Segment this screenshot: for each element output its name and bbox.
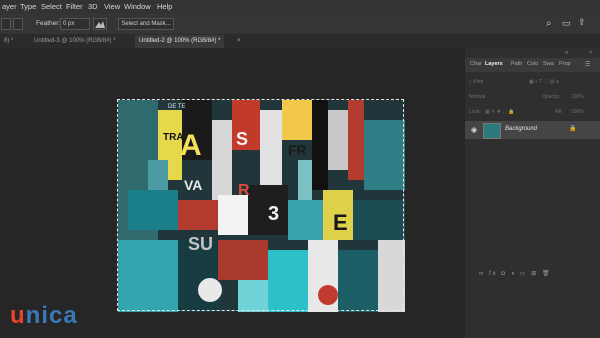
collage-text-10: SU	[188, 234, 213, 254]
collage-text-7: 3	[268, 203, 279, 225]
collage-text-8: E	[333, 210, 348, 235]
collapse-icon[interactable]: «	[565, 50, 568, 56]
menu-3d[interactable]: 3D	[88, 2, 98, 11]
menu-help[interactable]: Help	[157, 2, 172, 11]
tab-properties[interactable]: Prop	[559, 61, 571, 67]
visibility-eye-icon[interactable]: ◉	[471, 126, 477, 134]
logo-letter-u: u	[10, 302, 26, 329]
filter-kind-label[interactable]: Kind	[473, 79, 483, 85]
menu-type[interactable]: Type	[20, 2, 36, 11]
panel-menu-icon[interactable]: ☰	[585, 61, 590, 68]
delete-layer-icon[interactable]: 🗑	[542, 271, 552, 277]
tab-doc-1[interactable]: 8) *	[0, 35, 17, 48]
options-bar: Feather: 0 px Select and Mask... ⌕ ▭ ⇪	[0, 14, 600, 35]
filter-row: ⌕ Kind ▣ ◐ T ⬚ ▤ ●	[469, 79, 596, 85]
lock-label: Lock:	[469, 109, 481, 115]
new-group-icon[interactable]: ▭	[520, 271, 528, 277]
collage-text-5: FR	[288, 142, 307, 158]
menu-bar: ayer Type Select Filter 3D View Window H…	[0, 0, 600, 14]
feather-input[interactable]: 0 px	[60, 18, 90, 30]
tab-color[interactable]: Colo	[527, 61, 538, 67]
collage-text-1: DE TE	[168, 104, 186, 110]
menu-view[interactable]: View	[104, 2, 120, 11]
workspace-icon[interactable]: ▭	[562, 18, 571, 29]
opacity-label: Opacity:	[542, 94, 561, 100]
tab-layers[interactable]: Layers	[485, 61, 503, 67]
document-tabs: 8) * Untitled-3 @ 100% (RGB/8#) * Untitl…	[0, 35, 600, 48]
panel-tabs: Char Layers Path Colo Swa Prop ☰	[465, 58, 600, 72]
search-filter-icon[interactable]: ⌕	[469, 79, 472, 85]
canvas-area[interactable]: DE TE TRA A S FR VA 3 E R SU	[0, 48, 465, 338]
close-tab-icon[interactable]: ×	[237, 38, 241, 44]
tab-paths[interactable]: Path	[511, 61, 522, 67]
layer-lock-icon: 🔒	[569, 126, 577, 132]
collage-text-3: A	[180, 129, 202, 162]
layer-actions: ∞ fx ◘ ◑ ▭ ⊞ 🗑	[479, 270, 552, 277]
layers-panel: « × Char Layers Path Colo Swa Prop ☰ ⌕ K…	[465, 48, 600, 338]
tab-character[interactable]: Char	[470, 61, 482, 67]
new-layer-icon[interactable]: ⊞	[531, 271, 538, 277]
menu-window[interactable]: Window	[124, 2, 151, 11]
feather-label: Feather:	[36, 20, 61, 27]
share-icon[interactable]: ⇪	[578, 17, 586, 28]
lock-icons[interactable]: ▦ ✎ ✥ ⬚ 🔒	[485, 109, 515, 115]
tab-swatches[interactable]: Swa	[543, 61, 554, 67]
collage-text-6: VA	[184, 177, 202, 193]
menu-select[interactable]: Select	[41, 2, 62, 11]
adjustment-layer-icon[interactable]: ◑	[511, 271, 517, 277]
tab-untitled-3[interactable]: Untitled-3 @ 100% (RGB/8#) *	[30, 35, 119, 48]
anti-alias-icon[interactable]	[93, 18, 107, 30]
collage-text-4: S	[236, 129, 248, 149]
unica-logo: unica	[10, 302, 78, 330]
fill-label: Fill:	[555, 109, 563, 115]
blend-row: Normal Opacity: 100%	[469, 94, 596, 100]
logo-rest: nica	[25, 302, 78, 329]
intersect-selection-icon[interactable]	[13, 18, 23, 30]
add-mask-icon[interactable]: ◘	[501, 271, 507, 277]
layer-style-icon[interactable]: fx	[489, 271, 498, 277]
collage-image: DE TE TRA A S FR VA 3 E R SU	[118, 100, 405, 312]
filter-icons[interactable]: ▣ ◐ T ⬚ ▤ ●	[529, 79, 559, 85]
tab-untitled-2[interactable]: Untitled-2 @ 100% (RGB/8#) *	[135, 35, 225, 48]
opacity-input[interactable]: 100%	[571, 94, 584, 100]
search-icon[interactable]: ⌕	[546, 18, 552, 29]
lock-row: Lock: ▦ ✎ ✥ ⬚ 🔒 Fill: 100%	[469, 109, 596, 115]
collage-text-9: R	[238, 182, 250, 199]
menu-layer[interactable]: ayer	[2, 2, 17, 11]
link-layers-icon[interactable]: ∞	[479, 271, 485, 277]
blend-mode-select[interactable]: Normal	[469, 94, 485, 100]
selection-mode-icon[interactable]	[1, 18, 11, 30]
fill-input[interactable]: 100%	[571, 109, 584, 115]
select-and-mask-button[interactable]: Select and Mask...	[118, 18, 174, 30]
layer-name[interactable]: Background	[505, 126, 537, 132]
menu-filter[interactable]: Filter	[66, 2, 83, 11]
document-canvas[interactable]: DE TE TRA A S FR VA 3 E R SU	[118, 100, 405, 312]
layer-thumbnail	[483, 123, 501, 139]
close-panel-icon[interactable]: ×	[589, 50, 593, 56]
layer-background[interactable]: ◉ Background 🔒	[465, 121, 600, 139]
